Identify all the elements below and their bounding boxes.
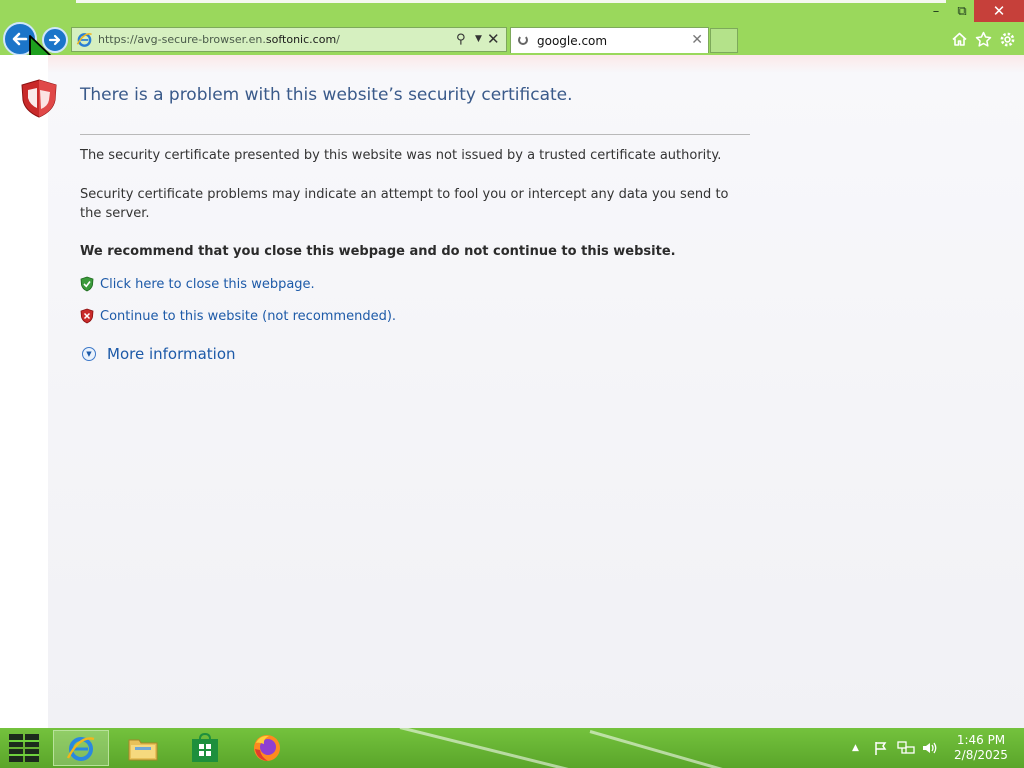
search-icon[interactable]: ⚲ xyxy=(456,32,466,47)
minimize-button[interactable]: – xyxy=(922,0,950,22)
system-clock[interactable]: 1:46 PM 2/8/2025 xyxy=(948,733,1014,763)
clock-date: 2/8/2025 xyxy=(954,748,1008,762)
page-title: There is a problem with this website’s s… xyxy=(80,85,573,105)
close-webpage-row[interactable]: Click here to close this webpage. xyxy=(80,276,315,292)
close-window-button[interactable]: ✕ xyxy=(974,0,1024,22)
store-bag-icon xyxy=(192,733,218,762)
red-shield-icon xyxy=(80,308,94,324)
taskbar-file-explorer[interactable] xyxy=(115,730,171,766)
tab-close-icon[interactable]: ✕ xyxy=(691,32,703,48)
chevron-down-icon[interactable]: ▼ xyxy=(475,34,482,44)
favorites-star-icon[interactable] xyxy=(973,29,993,49)
volume-icon[interactable] xyxy=(921,728,939,768)
stop-icon[interactable]: ✕ xyxy=(487,30,500,48)
taskbar-internet-explorer[interactable] xyxy=(53,730,109,766)
address-bar[interactable]: https://avg-secure-browser.en.softonic.c… xyxy=(71,27,507,52)
browser-toolbar: – ⧉ ✕ https://avg-secure-browser.en.soft… xyxy=(0,0,1024,72)
arrow-left-icon xyxy=(12,32,28,46)
description-text: The security certificate presented by th… xyxy=(80,148,722,163)
firefox-icon xyxy=(254,735,280,761)
taskbar-store[interactable] xyxy=(177,730,233,766)
show-hidden-icons-button[interactable]: ▲ xyxy=(852,728,859,768)
windows-start-icon[interactable] xyxy=(8,733,40,763)
expand-chevron-icon[interactable]: ▼ xyxy=(82,347,96,361)
title-bar-strip xyxy=(76,0,946,3)
left-margin xyxy=(0,55,48,728)
loading-icon xyxy=(518,35,528,45)
restore-button[interactable]: ⧉ xyxy=(950,0,974,22)
taskbar: ▲ 1:46 PM 2/8/2025 xyxy=(0,728,1024,768)
folder-icon xyxy=(128,739,158,761)
close-webpage-link[interactable]: Click here to close this webpage. xyxy=(100,277,315,292)
gear-icon[interactable] xyxy=(997,29,1017,49)
ie-icon xyxy=(66,737,95,761)
divider xyxy=(80,134,750,135)
new-tab-button[interactable] xyxy=(710,28,738,53)
url-text[interactable]: https://avg-secure-browser.en.softonic.c… xyxy=(98,33,340,46)
network-icon[interactable] xyxy=(897,728,915,768)
more-information-toggle[interactable]: ▼ More information xyxy=(82,345,236,363)
clock-time: 1:46 PM xyxy=(956,733,1006,747)
tab-google[interactable]: google.com ✕ xyxy=(510,27,709,53)
green-shield-icon xyxy=(80,276,94,292)
home-icon[interactable] xyxy=(949,29,969,49)
content-area: There is a problem with this website’s s… xyxy=(0,55,1024,728)
wallpaper-stripe xyxy=(589,730,802,768)
taskbar-firefox[interactable] xyxy=(239,730,295,766)
tab-label: google.com xyxy=(537,34,608,48)
more-information-link[interactable]: More information xyxy=(107,345,236,363)
warning-text: Security certificate problems may indica… xyxy=(80,187,729,221)
top-fade xyxy=(0,55,1024,73)
ie-page-icon xyxy=(76,33,92,47)
action-center-flag-icon[interactable] xyxy=(873,728,889,768)
recommendation-text: We recommend that you close this webpage… xyxy=(80,244,676,259)
security-shield-icon xyxy=(21,79,57,118)
continue-website-row[interactable]: Continue to this website (not recommende… xyxy=(80,308,396,324)
continue-website-link[interactable]: Continue to this website (not recommende… xyxy=(100,309,396,324)
